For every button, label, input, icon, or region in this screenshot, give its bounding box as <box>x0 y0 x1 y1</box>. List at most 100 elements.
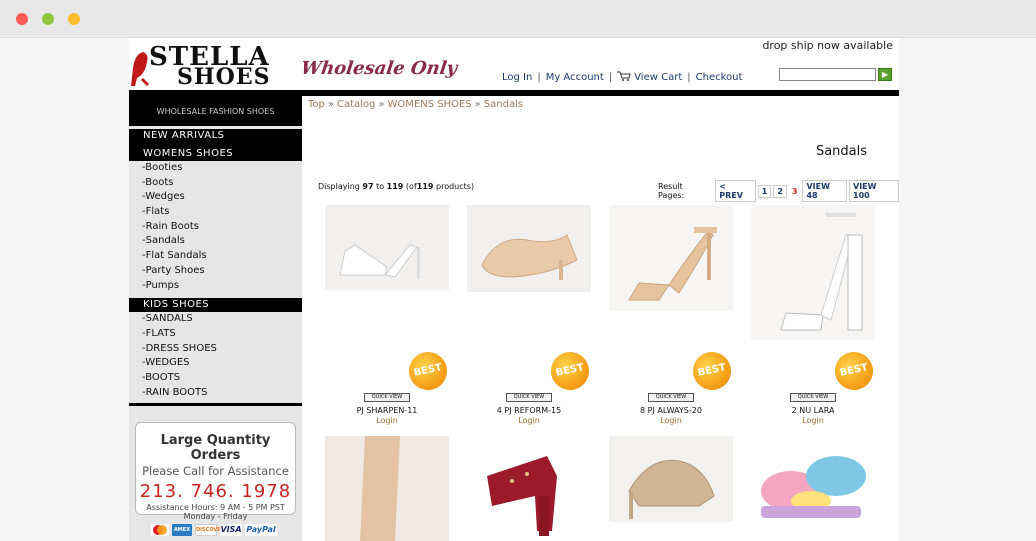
results-to-word: to <box>376 182 385 191</box>
sidebar-item-rain-boots[interactable]: -Rain Boots <box>129 220 302 235</box>
quick-view-button[interactable]: QUICK VIEW <box>790 393 836 402</box>
product-card: BEST QUICK VIEW 8 PJ ALWAYS-20 Login <box>606 205 735 435</box>
promo-hours: Assistance Hours: 9 AM - 5 PM PST <box>146 503 285 512</box>
search-input[interactable] <box>779 68 876 81</box>
breadcrumb-separator: » <box>378 99 385 110</box>
sidebar-item-kids-rain-boots[interactable]: -RAIN BOOTS <box>129 386 302 401</box>
quick-view-button[interactable]: QUICK VIEW <box>364 393 410 402</box>
product-login-link[interactable]: Login <box>325 416 449 425</box>
pagination-label: Result Pages: <box>658 182 685 200</box>
mastercard-icon <box>151 524 169 536</box>
nav-separator: | <box>608 72 613 83</box>
results-suffix: products) <box>436 182 475 191</box>
checkout-link[interactable]: Checkout <box>696 72 743 83</box>
breadcrumb-womens-shoes[interactable]: WOMENS SHOES <box>388 99 472 110</box>
product-image[interactable] <box>751 436 875 536</box>
dropship-notice: drop ship now available <box>762 39 893 52</box>
sidebar-item-new-arrivals[interactable]: NEW ARRIVALS <box>129 129 302 143</box>
sidebar-item-boots[interactable]: -Boots <box>129 176 302 191</box>
product-image[interactable] <box>467 436 591 541</box>
sidebar-divider <box>129 403 302 407</box>
page-2-button[interactable]: 2 <box>773 184 787 198</box>
maximize-window-icon[interactable] <box>68 13 80 25</box>
wholesale-only-tagline: Wholesale Only <box>299 58 459 79</box>
close-window-icon[interactable] <box>16 13 28 25</box>
minimize-window-icon[interactable] <box>42 13 54 25</box>
page-1-button[interactable]: 1 <box>757 184 772 198</box>
product-name[interactable]: PJ SHARPEN-11 <box>325 406 449 415</box>
product-card: BEST QUICK VIEW 4 PJ REFORM-15 Login <box>464 205 593 435</box>
category-sidebar: WHOLESALE FASHION SHOES NEW ARRIVALS WOM… <box>129 96 302 541</box>
sidebar-section-womens-shoes[interactable]: WOMENS SHOES <box>129 147 302 161</box>
logo-text-line2: SHOES <box>177 64 271 90</box>
product-name[interactable]: 2 NU LARA <box>751 406 875 415</box>
sidebar-heading: WHOLESALE FASHION SHOES <box>129 96 302 126</box>
shopping-cart-icon[interactable] <box>617 71 631 84</box>
product-name[interactable]: 8 PJ ALWAYS-20 <box>609 406 733 415</box>
sidebar-item-kids-flats[interactable]: -FLATS <box>129 327 302 342</box>
promo-days: Monday - Friday <box>183 512 248 521</box>
sidebar-item-kids-boots[interactable]: -BOOTS <box>129 371 302 386</box>
login-link[interactable]: Log In <box>502 72 532 83</box>
best-seller-badge: BEST <box>831 348 877 394</box>
pagination: Result Pages: < PREV 1 2 3 VIEW 48 VIEW … <box>658 180 900 202</box>
visa-icon: VISA <box>220 524 242 536</box>
product-image[interactable] <box>325 436 449 541</box>
product-image[interactable] <box>325 205 449 290</box>
results-count: Displaying 97 to 119 (of119 products) <box>318 182 474 191</box>
best-seller-badge: BEST <box>689 348 735 394</box>
sidebar-item-kids-dress-shoes[interactable]: -DRESS SHOES <box>129 342 302 357</box>
product-image[interactable] <box>609 205 733 311</box>
best-seller-badge: BEST <box>405 348 451 394</box>
sidebar-item-kids-sandals[interactable]: -SANDALS <box>129 312 302 327</box>
paypal-icon: PayPal <box>245 524 277 536</box>
product-name[interactable]: 4 PJ REFORM-15 <box>467 406 591 415</box>
product-login-link[interactable]: Login <box>467 416 591 425</box>
results-total: 119 <box>416 182 434 191</box>
promo-heading: Large Quantity Orders <box>160 433 271 463</box>
product-image[interactable] <box>751 205 875 340</box>
sidebar-item-booties[interactable]: -Booties <box>129 161 302 176</box>
search-button[interactable]: ▶ <box>878 68 892 81</box>
breadcrumb-top[interactable]: Top <box>308 99 325 110</box>
sidebar-item-sandals[interactable]: -Sandals <box>129 234 302 249</box>
sidebar-item-party-shoes[interactable]: -Party Shoes <box>129 264 302 279</box>
nav-separator: | <box>537 72 541 83</box>
browser-titlebar <box>0 0 1036 38</box>
quick-view-button[interactable]: QUICK VIEW <box>648 393 694 402</box>
sidebar-item-kids-wedges[interactable]: -WEDGES <box>129 356 302 371</box>
stella-shoes-logo[interactable]: STELLA SHOES <box>129 42 294 90</box>
quick-view-button[interactable]: QUICK VIEW <box>506 393 552 402</box>
product-login-link[interactable]: Login <box>609 416 733 425</box>
view-cart-link[interactable]: View Cart <box>634 72 682 83</box>
product-login-link[interactable]: Login <box>751 416 875 425</box>
breadcrumb-sandals[interactable]: Sandals <box>484 99 523 110</box>
sidebar-section-kids-shoes[interactable]: KIDS SHOES <box>129 298 302 313</box>
product-image[interactable] <box>609 436 733 522</box>
amex-icon: AMEX <box>172 524 192 536</box>
view-48-button[interactable]: VIEW 48 <box>802 180 848 202</box>
product-card: BEST QUICK VIEW 2 NU LARA Login <box>748 205 877 435</box>
my-account-link[interactable]: My Account <box>546 72 604 83</box>
sidebar-item-wedges[interactable]: -Wedges <box>129 190 302 205</box>
product-card: BEST QUICK VIEW PJ SHARPEN-11 Login <box>322 205 451 435</box>
page-3-current: 3 <box>788 185 801 197</box>
page-title: Sandals <box>815 144 867 159</box>
sidebar-item-flat-sandals[interactable]: -Flat Sandals <box>129 249 302 264</box>
results-from: 97 <box>362 182 374 191</box>
bulk-order-promo: Large Quantity Orders Please Call for As… <box>135 422 296 521</box>
payment-methods: AMEX DISCOVER VISA PayPal <box>151 524 277 536</box>
sidebar-item-pumps[interactable]: -Pumps <box>129 279 302 294</box>
best-seller-badge: BEST <box>547 348 593 394</box>
sidebar-item-flats[interactable]: -Flats <box>129 205 302 220</box>
product-image[interactable] <box>467 205 591 292</box>
breadcrumb-separator: » <box>474 99 481 110</box>
view-100-button[interactable]: VIEW 100 <box>849 180 900 202</box>
promo-phone: 213. 746. 1978 <box>139 481 292 502</box>
breadcrumb-catalog[interactable]: Catalog <box>337 99 375 110</box>
page-background: STELLA SHOES Wholesale Only drop ship no… <box>0 38 1036 541</box>
results-of: (of <box>405 182 417 191</box>
breadcrumb: Top» Catalog» WOMENS SHOES» Sandals <box>308 99 523 110</box>
prev-page-button[interactable]: < PREV <box>715 180 756 202</box>
results-prefix: Displaying <box>318 182 360 191</box>
